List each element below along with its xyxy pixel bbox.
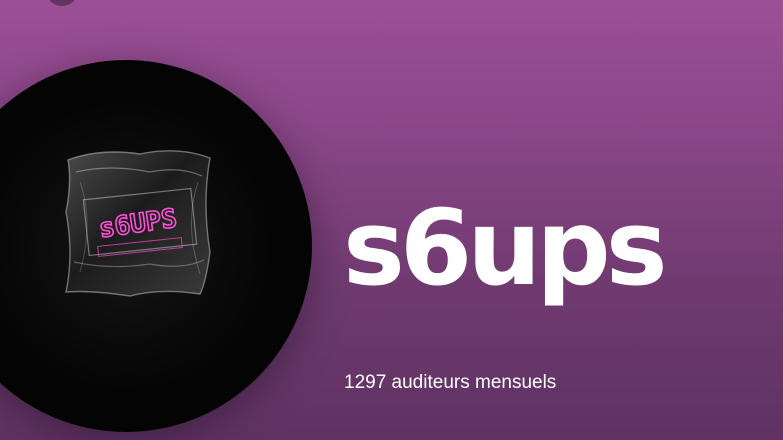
artist-artwork: s6UPS [65,150,211,297]
back-button[interactable] [48,0,76,6]
monthly-listeners: 1297 auditeurs mensuels [344,372,557,393]
artist-header: s6UPS s6ups 1297 auditeurs mensuels [0,0,783,440]
artist-name: s6ups [343,187,668,309]
artist-image: s6UPS [0,60,312,432]
